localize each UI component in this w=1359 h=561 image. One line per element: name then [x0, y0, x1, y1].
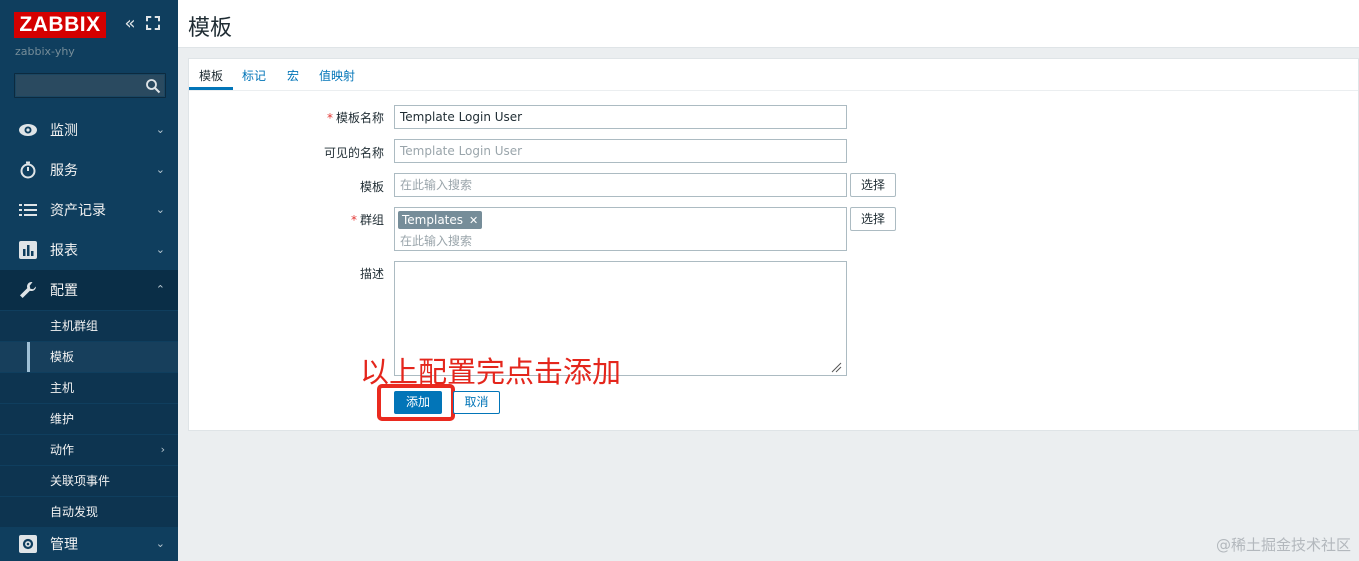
- submenu-item-event-correlation[interactable]: 关联项事件: [0, 465, 178, 496]
- menu-label: 资产记录: [50, 203, 106, 219]
- tab-template[interactable]: 模板: [199, 67, 223, 84]
- server-name: zabbix-yhy: [15, 45, 75, 58]
- menu-item-reports[interactable]: 报表 ⌄: [0, 230, 178, 270]
- configuration-submenu: 主机群组 模板 主机 维护 动作 › 关联项事件 自动发现: [0, 310, 178, 527]
- tab-value-mapping[interactable]: 值映射: [319, 67, 355, 84]
- gear-icon: [17, 534, 39, 554]
- menu-label: 管理: [50, 537, 78, 553]
- page-header: 模板: [178, 0, 1359, 48]
- groups-label: * 群组: [264, 211, 384, 228]
- submenu-item-maintenance[interactable]: 维护: [0, 403, 178, 434]
- label-text: 模板名称: [335, 111, 384, 125]
- menu-label: 配置: [50, 283, 78, 299]
- chevron-down-icon: ⌄: [155, 537, 165, 550]
- template-name-input[interactable]: Template Login User: [394, 105, 847, 129]
- menu-label: 监测: [50, 123, 78, 139]
- stopwatch-icon: [17, 160, 39, 180]
- menu-item-inventory[interactable]: 资产记录 ⌄: [0, 190, 178, 230]
- active-tab-indicator: [189, 87, 233, 90]
- tab-macros[interactable]: 宏: [287, 67, 299, 84]
- sidebar: ZABBIX « zabbix-yhy 监测 ⌄ 服务 ⌄ 资产记录 ⌄ 报表 …: [0, 0, 178, 561]
- eye-icon: [17, 120, 39, 140]
- templates-select-button[interactable]: 选择: [850, 173, 897, 197]
- tab-tags[interactable]: 标记: [242, 67, 266, 84]
- template-name-label: * 模板名称: [264, 109, 384, 126]
- chevron-up-icon: ⌃: [155, 283, 165, 296]
- chip-label: Templates: [402, 213, 464, 227]
- wrench-icon: [17, 280, 39, 300]
- templates-label: 模板: [359, 180, 384, 194]
- menu-item-configuration[interactable]: 配置 ⌃: [0, 270, 178, 310]
- chevron-down-icon: ⌄: [155, 243, 165, 256]
- cancel-button[interactable]: 取消: [453, 391, 500, 414]
- chevron-down-icon: ⌄: [155, 203, 165, 216]
- templates-search-input[interactable]: 在此输入搜索: [394, 173, 847, 197]
- sidebar-search-input[interactable]: [15, 74, 143, 97]
- submenu-label: 动作: [50, 443, 75, 457]
- add-button[interactable]: 添加: [394, 391, 442, 414]
- submenu-item-discovery[interactable]: 自动发现: [0, 496, 178, 527]
- chevron-right-icon: ›: [160, 443, 165, 456]
- required-marker: *: [350, 213, 357, 227]
- collapse-sidebar-icon[interactable]: «: [120, 14, 140, 34]
- description-label: 描述: [359, 267, 384, 281]
- sidebar-search[interactable]: [14, 73, 166, 98]
- resize-grip-icon[interactable]: [830, 361, 842, 373]
- group-chip: Templates ✕: [398, 211, 483, 230]
- search-icon[interactable]: [145, 78, 161, 94]
- submenu-item-actions[interactable]: 动作 ›: [0, 434, 178, 465]
- submenu-item-hosts[interactable]: 主机: [0, 372, 178, 403]
- list-icon: [17, 200, 39, 220]
- label-text: 群组: [359, 213, 384, 227]
- required-marker: *: [326, 111, 333, 125]
- groups-multiselect[interactable]: Templates ✕ 在此输入搜索: [394, 207, 847, 251]
- menu-label: 报表: [50, 243, 78, 259]
- groups-select-button[interactable]: 选择: [850, 207, 897, 231]
- bar-chart-icon: [17, 240, 39, 260]
- tab-bar: 模板 标记 宏 值映射: [189, 59, 1358, 91]
- remove-chip-icon[interactable]: ✕: [469, 212, 478, 230]
- logo-row: ZABBIX «: [14, 12, 174, 40]
- chevron-down-icon: ⌄: [155, 163, 165, 176]
- menu-item-monitoring[interactable]: 监测 ⌄: [0, 110, 178, 150]
- visible-name-label: 可见的名称: [323, 146, 384, 160]
- menu-label: 服务: [50, 163, 78, 179]
- menu-item-services[interactable]: 服务 ⌄: [0, 150, 178, 190]
- visible-name-input[interactable]: Template Login User: [394, 139, 847, 163]
- menu-item-administration[interactable]: 管理 ⌄: [0, 527, 178, 561]
- page-title: 模板: [188, 16, 233, 41]
- kiosk-mode-icon[interactable]: [146, 16, 160, 30]
- zabbix-logo[interactable]: ZABBIX: [14, 12, 106, 38]
- watermark: @稀土掘金技术社区: [1215, 536, 1351, 554]
- groups-search-input[interactable]: 在此输入搜索: [400, 232, 472, 249]
- submenu-item-host-groups[interactable]: 主机群组: [0, 310, 178, 341]
- chevron-down-icon: ⌄: [155, 123, 165, 136]
- submenu-item-templates[interactable]: 模板: [0, 341, 178, 373]
- main-menu: 监测 ⌄ 服务 ⌄ 资产记录 ⌄ 报表 ⌄ 配置 ⌃ 主机群组 模板 主机 维护…: [0, 110, 178, 561]
